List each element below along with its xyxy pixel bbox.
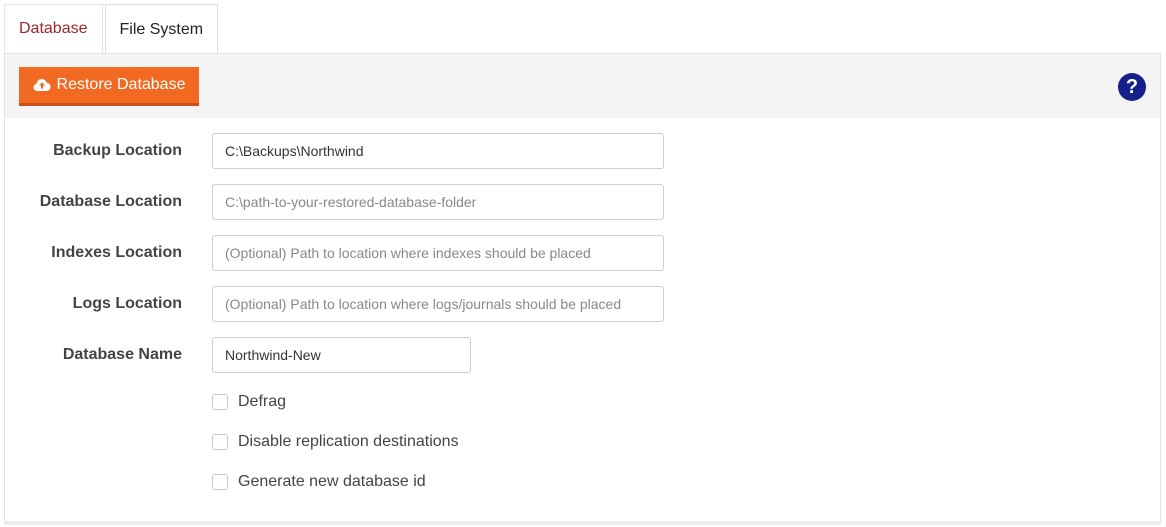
tab-file-system[interactable]: File System <box>104 4 219 54</box>
indexes-location-input[interactable] <box>212 235 664 271</box>
question-circle-icon[interactable]: ? <box>1118 73 1146 101</box>
panel-bottom-border <box>4 521 1161 525</box>
defrag-label: Defrag <box>238 393 287 410</box>
toolbar: Restore Database ? <box>5 54 1160 118</box>
database-location-input[interactable] <box>212 184 664 220</box>
backup-location-row: Backup Location <box>5 133 1160 169</box>
database-name-label: Database Name <box>62 346 182 363</box>
indexes-location-label: Indexes Location <box>51 244 182 261</box>
backup-location-input[interactable] <box>212 133 664 169</box>
disable-replication-label: Disable replication destinations <box>238 433 459 450</box>
cloud-upload-icon <box>33 79 51 91</box>
restore-panel: Restore Database ? Backup Location Datab… <box>4 53 1161 523</box>
tab-bar: Database File System <box>4 4 220 54</box>
database-name-row: Database Name <box>5 337 1160 373</box>
disable-replication-option[interactable]: Disable replication destinations <box>212 430 459 454</box>
logs-location-input[interactable] <box>212 286 664 322</box>
disable-replication-checkbox[interactable] <box>212 434 228 450</box>
restore-database-button[interactable]: Restore Database <box>19 67 199 106</box>
database-name-input[interactable] <box>212 337 471 373</box>
logs-location-row: Logs Location <box>5 286 1160 322</box>
indexes-location-row: Indexes Location <box>5 235 1160 271</box>
database-location-label: Database Location <box>39 193 182 210</box>
new-database-id-checkbox[interactable] <box>212 474 228 490</box>
new-database-id-option[interactable]: Generate new database id <box>212 470 426 494</box>
database-location-row: Database Location <box>5 184 1160 220</box>
tab-database[interactable]: Database <box>4 4 103 54</box>
logs-location-label: Logs Location <box>72 295 182 312</box>
defrag-option[interactable]: Defrag <box>212 390 286 414</box>
restore-database-label: Restore Database <box>56 76 186 93</box>
backup-location-label: Backup Location <box>53 142 182 159</box>
new-database-id-label: Generate new database id <box>238 473 426 490</box>
defrag-checkbox[interactable] <box>212 394 228 410</box>
